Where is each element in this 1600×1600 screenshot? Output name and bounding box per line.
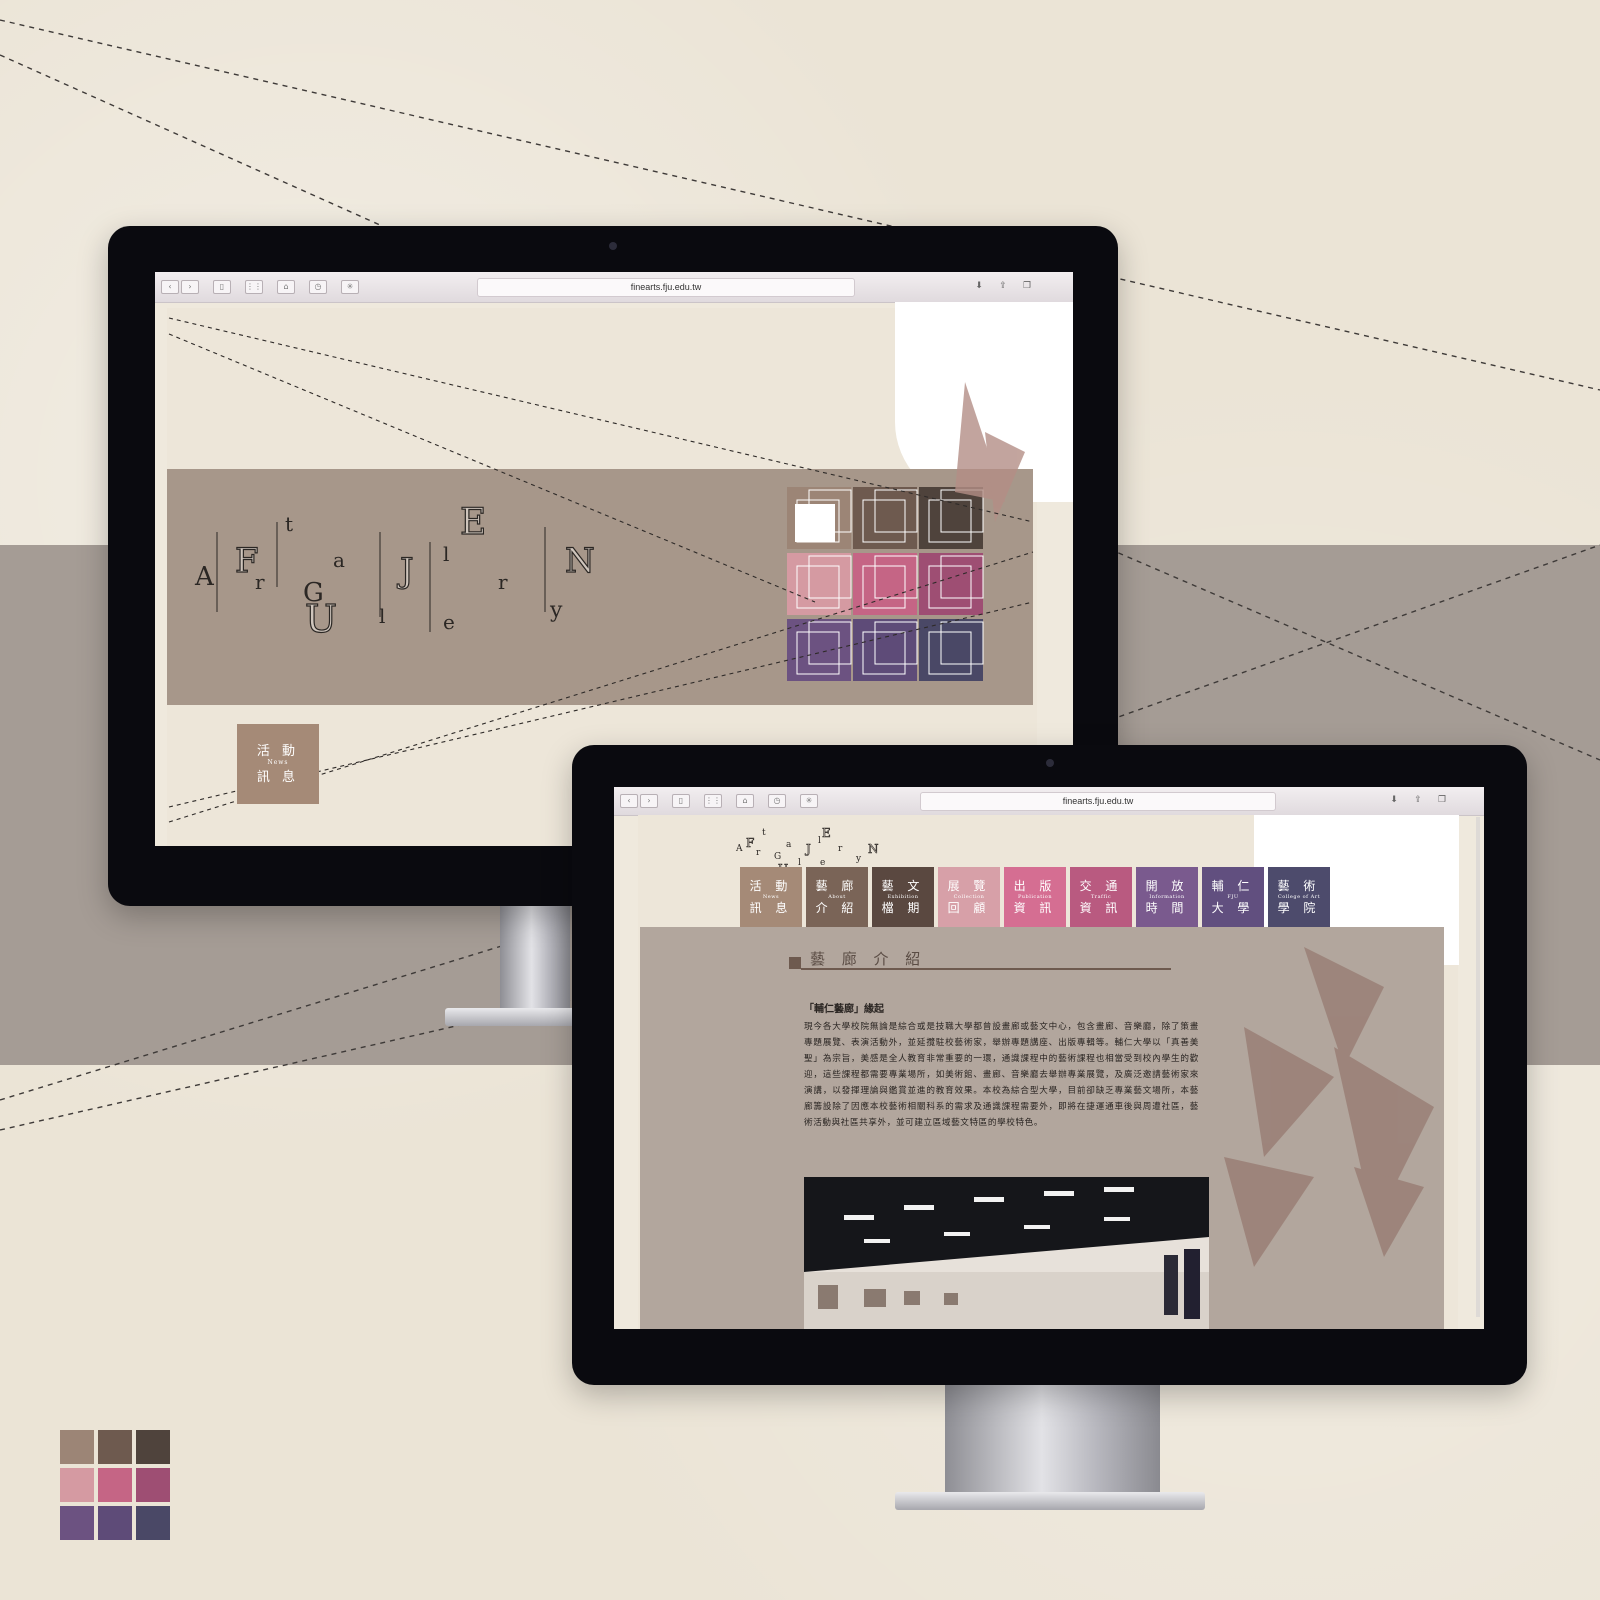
nav-item-bottom-label: 介 紹 [815, 901, 859, 915]
news-top-label: 活 動 [256, 744, 300, 759]
nav-item-bottom-label: 資 訊 [1013, 901, 1057, 915]
url-bar[interactable]: finearts.fju.edu.tw [920, 792, 1276, 811]
tabs-icon[interactable]: ❐ [1436, 794, 1448, 806]
nav-item-top-label: 藝 文 [881, 879, 925, 893]
nav-item-en-label: Information [1149, 894, 1185, 900]
swatch-9 [136, 1506, 170, 1540]
forward-icon[interactable]: › [640, 794, 658, 808]
svg-text:A: A [735, 844, 743, 854]
svg-text:N: N [868, 842, 879, 856]
nav-item-1[interactable]: 活 動 News 訊 息 [740, 867, 802, 927]
nav-item-bottom-label: 資 訊 [1079, 901, 1123, 915]
swatch-1 [60, 1430, 94, 1464]
nav-item-en-label: About [828, 894, 846, 900]
swatch-2 [98, 1430, 132, 1464]
nav-item-en-label: Traffic [1090, 894, 1112, 900]
nav-item-7[interactable]: 開 放 Information 時 間 [1136, 867, 1198, 927]
swatch-4 [60, 1468, 94, 1502]
sidebar-icon[interactable]: ▯ [672, 794, 690, 808]
swatch-3 [136, 1430, 170, 1464]
download-icon[interactable]: ⬇ [1388, 794, 1400, 806]
svg-text:J: J [804, 842, 811, 856]
svg-text:l: l [818, 836, 821, 846]
share-icon[interactable]: ⇪ [1412, 794, 1424, 806]
back-icon[interactable]: ‹ [620, 794, 638, 808]
gallery-photo [804, 1177, 1209, 1329]
main-nav: 活 動 News 訊 息藝 廊 About 介 紹藝 文 Exhibition 檔 期展 覽… [740, 867, 1330, 927]
nav-item-top-label: 出 版 [1013, 879, 1057, 893]
nav-item-top-label: 交 通 [1079, 879, 1123, 893]
svg-text:r: r [838, 844, 843, 854]
nav-item-top-label: 輔 仁 [1211, 879, 1255, 893]
monitor-stand [500, 895, 570, 1010]
scrollbar[interactable] [1476, 817, 1480, 1317]
paragraph-title: 「輔仁藝廊」緣起 [804, 1004, 884, 1015]
nav-item-bottom-label: 時 間 [1145, 901, 1189, 915]
nav-item-top-label: 開 放 [1145, 879, 1189, 893]
nav-item-en-label: College of Art [1277, 894, 1321, 900]
nav-item-6[interactable]: 交 通 Traffic 資 訊 [1070, 867, 1132, 927]
nav-item-top-label: 展 覽 [947, 879, 991, 893]
nav-item-4[interactable]: 展 覽 Collection 回 顧 [938, 867, 1000, 927]
nav-item-en-label: Publication [1017, 894, 1053, 900]
browser-toolbar: ‹ › ▯ ⋮⋮ ⌂ ◷ ✳ finearts.fju.edu.tw ⬇ ⇪ ❐ [614, 787, 1484, 816]
svg-text:t: t [762, 828, 766, 838]
nav-item-5[interactable]: 出 版 Publication 資 訊 [1004, 867, 1066, 927]
svg-text:E: E [822, 826, 831, 840]
history-icon[interactable]: ◷ [768, 794, 786, 808]
nav-item-3[interactable]: 藝 文 Exhibition 檔 期 [872, 867, 934, 927]
nav-item-en-label: News [762, 894, 780, 900]
shard-decoration [1224, 947, 1434, 1267]
svg-text:G: G [774, 852, 781, 862]
news-bottom-label: 訊 息 [256, 770, 300, 785]
nav-item-en-label: Collection [953, 894, 985, 900]
camera-icon [609, 242, 617, 250]
svg-text:y: y [855, 854, 862, 864]
swatch-7 [60, 1506, 94, 1540]
nav-item-8[interactable]: 輔 仁 FJU 大 學 [1202, 867, 1264, 927]
swatch-5 [98, 1468, 132, 1502]
home-icon[interactable]: ⌂ [736, 794, 754, 808]
nav-item-top-label: 藝 術 [1277, 879, 1321, 893]
monitor-foot [895, 1492, 1205, 1510]
swatch-8 [98, 1506, 132, 1540]
svg-text:a: a [786, 840, 792, 850]
heading-marker [789, 957, 801, 969]
nav-item-bottom-label: 訊 息 [749, 901, 793, 915]
nav-item-bottom-label: 回 顧 [947, 901, 991, 915]
reader-icon[interactable]: ✳ [800, 794, 818, 808]
color-palette [60, 1430, 170, 1540]
browser-screen-about: ‹ › ▯ ⋮⋮ ⌂ ◷ ✳ finearts.fju.edu.tw ⬇ ⇪ ❐… [614, 787, 1484, 1329]
nav-item-2[interactable]: 藝 廊 About 介 紹 [806, 867, 868, 927]
swatch-6 [136, 1468, 170, 1502]
grid-icon[interactable]: ⋮⋮ [704, 794, 722, 808]
nav-item-bottom-label: 檔 期 [881, 901, 925, 915]
news-en-label: News [267, 759, 289, 766]
camera-icon [1046, 759, 1054, 767]
news-button[interactable]: 活 動 News 訊 息 [237, 724, 319, 804]
nav-item-top-label: 活 動 [749, 879, 793, 893]
nav-item-en-label: FJU [1227, 894, 1239, 900]
monitor-stand [945, 1380, 1160, 1498]
gallery-photo-image [804, 1177, 1209, 1329]
nav-item-top-label: 藝 廊 [815, 879, 859, 893]
svg-text:F: F [746, 836, 754, 850]
nav-item-bottom-label: 學 院 [1277, 901, 1321, 915]
svg-text:r: r [756, 848, 761, 858]
paragraph-body: 現今各大學校院無論是綜合或是技職大學都曾設畫廊或藝文中心，包含畫廊、音樂廳，除了… [804, 1022, 1199, 1128]
nav-item-9[interactable]: 藝 術 College of Art 學 院 [1268, 867, 1330, 927]
section-heading: 藝 廊 介 紹 [810, 950, 927, 968]
nav-item-bottom-label: 大 學 [1211, 901, 1255, 915]
nav-item-en-label: Exhibition [887, 894, 919, 900]
